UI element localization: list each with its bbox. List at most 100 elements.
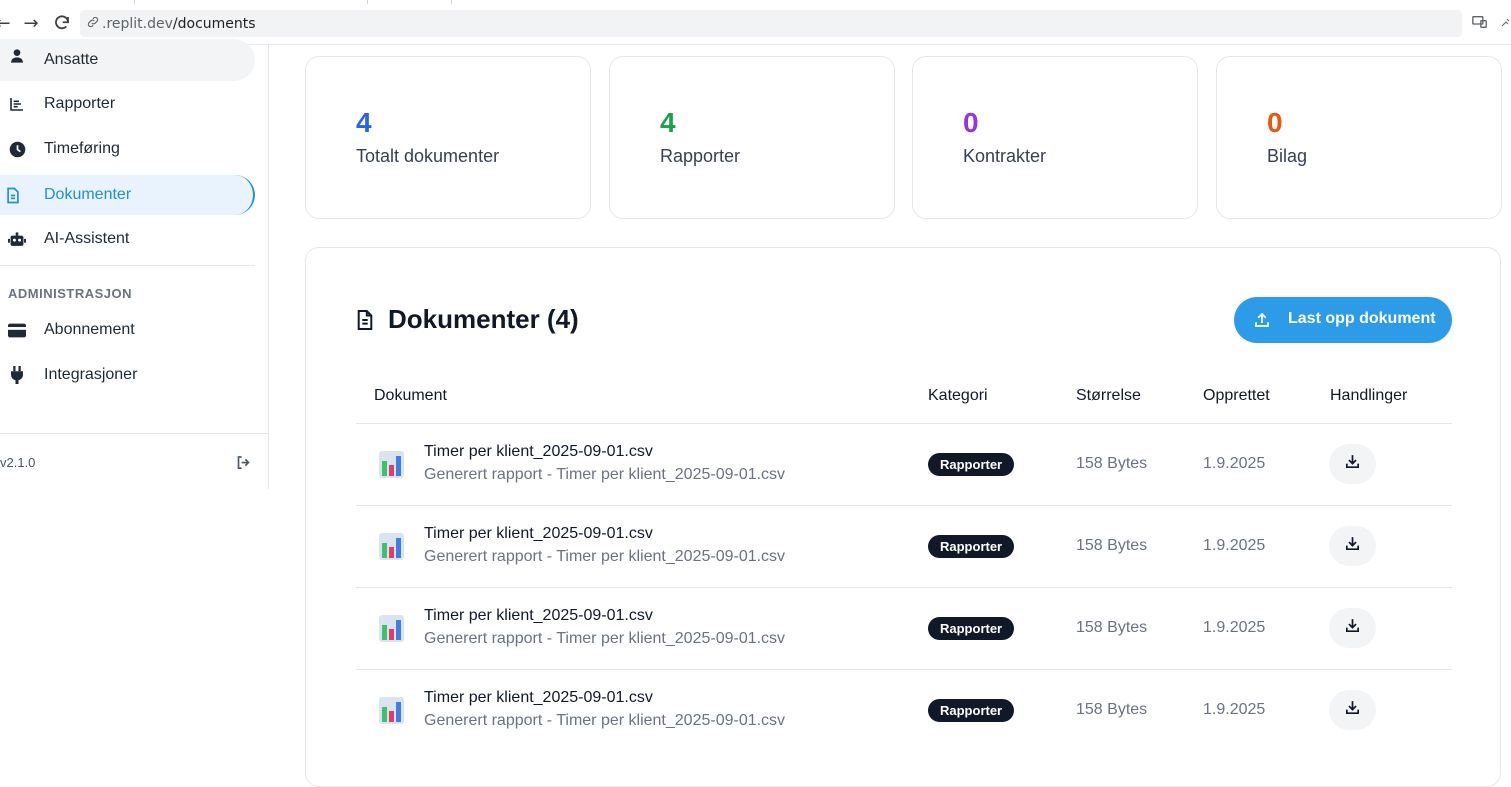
- extensions-icon[interactable]: [1500, 14, 1511, 34]
- download-button[interactable]: [1329, 608, 1376, 648]
- download-button[interactable]: [1329, 526, 1376, 566]
- download-button[interactable]: [1329, 444, 1376, 484]
- document-name[interactable]: Timer per klient_2025-09-01.csv: [424, 689, 653, 707]
- document-size: 158 Bytes: [1076, 455, 1148, 472]
- stat-value: 0: [963, 107, 979, 138]
- document-name[interactable]: Timer per klient_2025-09-01.csv: [424, 607, 653, 625]
- sidebar-item-label: Dokumenter: [44, 186, 132, 203]
- app-version: v2.1.0: [0, 455, 36, 470]
- sidebar-item-label: Abonnement: [44, 321, 135, 338]
- sidebar-item-label: Ansatte: [44, 51, 99, 68]
- document-size: 158 Bytes: [1076, 537, 1148, 554]
- sidebar-item-label: Integrasjoner: [44, 366, 138, 383]
- clock-icon: [8, 140, 26, 158]
- chart-file-icon: [378, 531, 406, 561]
- stat-card-kontrakter: 0 Kontrakter: [912, 56, 1198, 219]
- stat-label: Totalt dokumenter: [356, 146, 500, 166]
- panel-title: Dokumenter (4): [356, 304, 579, 335]
- document-name[interactable]: Timer per klient_2025-09-01.csv: [424, 443, 653, 461]
- sidebar-item-integrasjoner[interactable]: Integrasjoner: [0, 355, 255, 395]
- chart-file-icon: [378, 449, 406, 479]
- divider: [0, 433, 269, 434]
- link-icon: [86, 15, 100, 33]
- sidebar-item-rapporter[interactable]: Rapporter: [0, 84, 255, 124]
- upload-button-label: Last opp dokument: [1288, 310, 1436, 327]
- download-icon: [1344, 699, 1361, 721]
- category-badge: Rapporter: [928, 617, 1015, 640]
- section-title-admin: ADMINISTRASJON: [8, 286, 133, 301]
- url-path: /documents: [172, 15, 256, 32]
- back-icon[interactable]: ←: [0, 12, 14, 34]
- url-host: .replit.dev: [102, 15, 173, 32]
- sidebar-item-ai-assistent[interactable]: AI-Assistent: [0, 219, 255, 259]
- sidebar-item-label: AI-Assistent: [44, 230, 130, 247]
- stat-value: 4: [660, 107, 676, 138]
- address-bar[interactable]: .replit.dev/documents: [80, 10, 1462, 37]
- sidebar-item-ansatte[interactable]: Ansatte: [0, 39, 255, 81]
- stat-label: Rapporter: [660, 146, 741, 166]
- document-icon: [356, 309, 376, 331]
- category-badge: Rapporter: [928, 535, 1015, 558]
- sidebar-item-dokumenter[interactable]: Dokumenter: [0, 175, 255, 215]
- document-created: 1.9.2025: [1203, 455, 1266, 472]
- document-created: 1.9.2025: [1203, 537, 1266, 554]
- documents-panel: Dokumenter (4) Last opp dokument Dokumen…: [305, 247, 1501, 787]
- document-created: 1.9.2025: [1203, 701, 1266, 718]
- cast-icon[interactable]: [1471, 14, 1488, 34]
- document-size: 158 Bytes: [1076, 619, 1148, 636]
- table-header: Dokument Kategori Størrelse Opprettet Ha…: [356, 376, 1452, 424]
- robot-icon: [8, 230, 26, 248]
- column-header: Størrelse: [1076, 387, 1141, 404]
- download-button[interactable]: [1329, 690, 1376, 730]
- sidebar-item-label: Rapporter: [44, 95, 116, 112]
- divider: [0, 265, 255, 266]
- browser-tab[interactable]: [0, 0, 135, 4]
- tab-strip: [0, 0, 1511, 4]
- sidebar-item-label: Timeføring: [44, 140, 120, 157]
- document-description: Generert rapport - Timer per klient_2025…: [424, 712, 786, 729]
- download-icon: [1344, 617, 1361, 639]
- stat-card-bilag: 0 Bilag: [1216, 56, 1502, 219]
- document-icon: [4, 186, 22, 204]
- document-description: Generert rapport - Timer per klient_2025…: [424, 548, 786, 565]
- table-row[interactable]: Timer per klient_2025-09-01.csv Generert…: [356, 506, 1452, 588]
- column-header: Opprettet: [1203, 387, 1270, 404]
- table-row[interactable]: Timer per klient_2025-09-01.csv Generert…: [356, 424, 1452, 506]
- document-name[interactable]: Timer per klient_2025-09-01.csv: [424, 525, 653, 543]
- table-row[interactable]: Timer per klient_2025-09-01.csv Generert…: [356, 670, 1452, 752]
- browser-tab[interactable]: [368, 0, 452, 4]
- logout-icon[interactable]: [236, 455, 252, 471]
- document-created: 1.9.2025: [1203, 619, 1266, 636]
- sidebar-item-abonnement[interactable]: Abonnement: [0, 310, 255, 350]
- chart-file-icon: [378, 695, 406, 725]
- document-description: Generert rapport - Timer per klient_2025…: [424, 466, 786, 483]
- stat-value: 0: [1267, 107, 1283, 138]
- person-icon: [8, 47, 26, 65]
- upload-icon: [1253, 311, 1271, 329]
- document-size: 158 Bytes: [1076, 701, 1148, 718]
- upload-document-button[interactable]: Last opp dokument: [1234, 297, 1452, 343]
- column-header: Handlinger: [1330, 387, 1408, 404]
- sidebar: Ansatte Rapporter Timeføring Dokumenter …: [0, 39, 269, 489]
- plug-icon: [8, 366, 26, 384]
- download-icon: [1344, 535, 1361, 557]
- sidebar-item-timeforing[interactable]: Timeføring: [0, 129, 255, 169]
- reload-icon[interactable]: [51, 12, 73, 34]
- document-description: Generert rapport - Timer per klient_2025…: [424, 630, 786, 647]
- table-row[interactable]: Timer per klient_2025-09-01.csv Generert…: [356, 588, 1452, 670]
- browser-tab[interactable]: [135, 0, 368, 4]
- chart-icon: [8, 95, 26, 113]
- stat-value: 4: [356, 107, 372, 138]
- chart-file-icon: [378, 613, 406, 643]
- documents-title: Dokumenter (4): [388, 304, 579, 334]
- forward-icon[interactable]: →: [20, 12, 42, 34]
- category-badge: Rapporter: [928, 699, 1015, 722]
- category-badge: Rapporter: [928, 453, 1015, 476]
- column-header: Kategori: [928, 387, 988, 404]
- column-header: Dokument: [374, 387, 447, 404]
- stat-card-rapporter: 4 Rapporter: [609, 56, 895, 219]
- download-icon: [1344, 453, 1361, 475]
- stat-card-total: 4 Totalt dokumenter: [305, 56, 591, 219]
- credit-card-icon: [8, 321, 26, 339]
- stat-label: Bilag: [1267, 146, 1308, 166]
